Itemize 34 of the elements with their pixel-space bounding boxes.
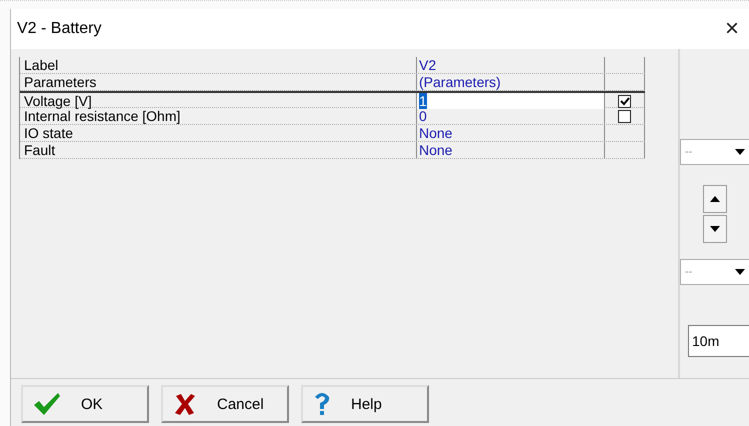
grid-row[interactable]: Label V2 [20,57,645,74]
grid-row[interactable]: Parameters (Parameters) [20,74,645,91]
property-value[interactable]: 1 [417,93,605,109]
help-button[interactable]: Help [301,385,429,423]
ok-button[interactable]: OK [21,385,149,423]
close-icon [173,392,197,416]
spin-down-button[interactable] [703,215,727,243]
property-name: IO state [20,125,417,141]
property-name: Label [20,57,417,73]
down-arrow-icon [710,226,720,232]
grid-row[interactable]: Voltage [V] 1 [20,91,645,108]
property-value[interactable]: V2 [417,57,605,73]
checkbox[interactable] [618,94,631,108]
input-field[interactable]: 10m [688,325,749,357]
checkbox[interactable] [618,110,631,122]
property-value[interactable]: 0 [417,108,605,124]
check-icon [33,392,61,416]
grid-row[interactable]: Fault None [20,142,645,159]
down-arrow-icon [735,149,745,155]
property-value[interactable]: None [417,142,605,158]
grid-row[interactable]: Internal resistance [Ohm] 0 [20,108,645,125]
help-icon [313,391,331,417]
grid-row[interactable]: IO state None [20,125,645,142]
cancel-button[interactable]: Cancel [161,385,289,423]
window-title: V2 - Battery [17,20,102,38]
property-value[interactable]: None [417,125,605,141]
spin-up-button[interactable] [703,185,727,213]
up-arrow-icon [710,196,720,202]
property-value[interactable]: (Parameters) [417,74,605,90]
close-button[interactable]: × [720,17,744,41]
property-name: Parameters [20,74,417,90]
property-name: Internal resistance [Ohm] [20,108,417,124]
property-name: Fault [20,142,417,158]
down-arrow-icon [735,269,745,275]
